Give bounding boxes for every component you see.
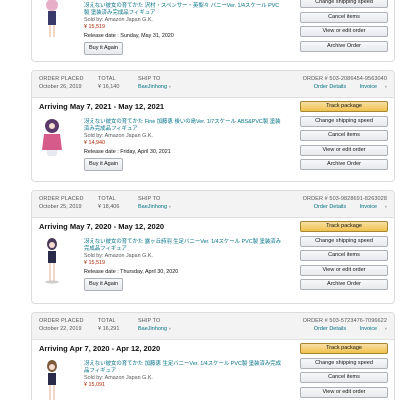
change-shipping-speed-button[interactable]: Change shipping speed [300, 235, 388, 247]
seller: Sold by: Amazon Japan G.K. [84, 375, 153, 381]
change-shipping-speed-button[interactable]: Change shipping speed [300, 0, 388, 8]
arrival-status: Arriving Apr 7, 2020 - Apr 12, 2020 [39, 344, 161, 353]
release-date: Release date : Sunday, May 31, 2020 [84, 33, 174, 39]
view-edit-order-button[interactable]: View or edit order [300, 26, 388, 37]
seller: Sold by: Amazon Japan G.K. [84, 253, 153, 259]
release-date: Release date : Friday, April 30, 2021 [84, 149, 171, 155]
product-title-link[interactable]: 冴えない彼女の育てかた 加藤恵 生足バニーVer. 1/4スケール PVC製 塗… [84, 361, 284, 375]
cancel-items-button[interactable]: Cancel items [300, 11, 388, 23]
product-image[interactable] [40, 0, 65, 39]
ship-to-name[interactable]: BaeJinhong ˅ [138, 204, 171, 210]
product-image[interactable] [40, 360, 65, 400]
arrival-status: Arriving May 7, 2020 - May 12, 2020 [39, 222, 165, 231]
ship-to-name[interactable]: BaeJinhong ˅ [138, 84, 171, 90]
view-edit-order-button[interactable]: View or edit order [300, 144, 388, 156]
order-card-3: ORDER PLACED October 22, 2019 TOTAL ¥ 16… [31, 312, 395, 400]
ship-to-name[interactable]: BaeJinhong ˅ [138, 326, 171, 332]
track-package-button[interactable]: Track package [300, 101, 388, 112]
view-edit-order-button[interactable]: View or edit order [300, 386, 388, 398]
buy-again-button[interactable]: Buy it Again [84, 42, 124, 55]
chevron-down-icon: ˅ [168, 204, 171, 209]
buy-again-button[interactable]: Buy it Again [84, 158, 124, 171]
seller: Sold by: Amazon Japan G.K. [84, 133, 153, 139]
order-placed: ORDER PLACED October 26, 2019 [39, 76, 84, 90]
archive-order-button[interactable]: Archive Order [300, 279, 388, 290]
order-header: ORDER PLACED October 25, 2019 TOTAL ¥ 18… [32, 191, 394, 218]
cancel-items-button[interactable]: Cancel items [300, 130, 388, 141]
price: ¥ 15,519 [84, 24, 105, 30]
seller: Sold by: Amazon Japan G.K. [84, 17, 153, 23]
order-details-link[interactable]: Order Details [314, 204, 346, 210]
price: ¥ 15,519 [84, 260, 105, 266]
archive-order-button[interactable]: Archive Order [300, 159, 388, 170]
ship-to: SHIP TO BaeJinhong ˅ [138, 196, 171, 210]
chevron-down-icon: ˅ [384, 204, 387, 209]
order-total: TOTAL ¥ 16,291 [98, 318, 120, 332]
change-shipping-speed-button[interactable]: Change shipping speed [300, 357, 388, 369]
product-info: 冴えない彼女の育てかた Fine 加藤恵 後いの島Ver. 1/7スケール AB… [84, 119, 284, 171]
order-header: ORDER PLACED October 26, 2019 TOTAL ¥ 16… [32, 71, 394, 98]
product-title-link[interactable]: 冴えない彼女の育てかた Fine 加藤恵 後いの島Ver. 1/7スケール AB… [84, 119, 284, 133]
order-card-2: ORDER PLACED October 25, 2019 TOTAL ¥ 18… [31, 190, 395, 304]
product-image[interactable] [40, 238, 65, 284]
invoice-link[interactable]: Invoice ˅ [354, 204, 387, 210]
order-placed: ORDER PLACED October 22, 2019 [39, 318, 84, 332]
track-package-button[interactable]: Track package [300, 221, 388, 232]
cancel-items-button[interactable]: Cancel items [300, 250, 388, 261]
invoice-link[interactable]: Invoice ˅ [354, 326, 387, 332]
track-package-button[interactable]: Track package [300, 343, 388, 354]
product-title-link[interactable]: 冴えない彼女の育てかた 露ヶ丘詩羽 生足バニーVer. 1/4スケール PVC製… [84, 239, 284, 253]
product-info: 冴えない彼女の育てかた 露ヶ丘詩羽 生足バニーVer. 1/4スケール PVC製… [84, 239, 284, 291]
order-total: TOTAL ¥ 18,406 [98, 196, 120, 210]
cancel-items-button[interactable]: Cancel items [300, 372, 388, 383]
chevron-down-icon: ˅ [168, 84, 171, 89]
chevron-down-icon: ˅ [384, 326, 387, 331]
ship-to: SHIP TO BaeJinhong ˅ [138, 76, 171, 90]
chevron-down-icon: ˅ [168, 326, 171, 331]
order-header: ORDER PLACED October 22, 2019 TOTAL ¥ 16… [32, 313, 394, 340]
buy-again-button[interactable]: Buy it Again [84, 278, 124, 291]
release-date: Release date : Thursday, April 30, 2020 [84, 269, 179, 275]
order-number-area: ORDER # 503-5723476-7096622 Order Detail… [302, 318, 387, 332]
action-buttons: Track package Change shipping speed Canc… [300, 101, 388, 174]
price: ¥ 14,940 [84, 140, 105, 146]
order-total: TOTAL ¥ 16,140 [98, 76, 120, 90]
change-shipping-speed-button[interactable]: Change shipping speed [300, 115, 388, 127]
invoice-link[interactable]: Invoice ˅ [354, 84, 387, 90]
arrival-status: Arriving May 7, 2021 - May 12, 2021 [39, 102, 165, 111]
order-details-link[interactable]: Order Details [314, 84, 346, 90]
action-buttons: Track package Change shipping speed Canc… [300, 343, 388, 400]
order-card-1: ORDER PLACED October 26, 2019 TOTAL ¥ 16… [31, 70, 395, 182]
product-info: 冴えない彼女の育てかた 加藤恵 生足バニーVer. 1/4スケール PVC製 塗… [84, 361, 284, 389]
view-edit-order-button[interactable]: View or edit order [300, 264, 388, 276]
ship-to: SHIP TO BaeJinhong ˅ [138, 318, 171, 332]
action-buttons: Track package Change shipping speed Canc… [300, 221, 388, 294]
archive-order-button[interactable]: Archive Order [300, 40, 388, 52]
product-info: 冴えない彼女の育てかた 沢村・スペンサー・英梨々 バニーVer. 1/4スケール… [84, 3, 284, 55]
product-title-link[interactable]: 冴えない彼女の育てかた 沢村・スペンサー・英梨々 バニーVer. 1/4スケール… [84, 3, 284, 17]
order-number-area: ORDER # 503-2086454-9563040 Order Detail… [302, 76, 387, 90]
product-image[interactable] [40, 118, 65, 158]
order-placed: ORDER PLACED October 25, 2019 [39, 196, 84, 210]
order-number-area: ORDER # 503-9828691-8263028 Order Detail… [302, 196, 387, 210]
chevron-down-icon: ˅ [384, 84, 387, 89]
action-buttons: Change shipping speed Cancel items View … [300, 0, 388, 55]
order-card-0: 冴えない彼女の育てかた 沢村・スペンサー・英梨々 バニーVer. 1/4スケール… [31, 0, 395, 62]
price: ¥ 15,091 [84, 382, 105, 388]
order-details-link[interactable]: Order Details [314, 326, 346, 332]
